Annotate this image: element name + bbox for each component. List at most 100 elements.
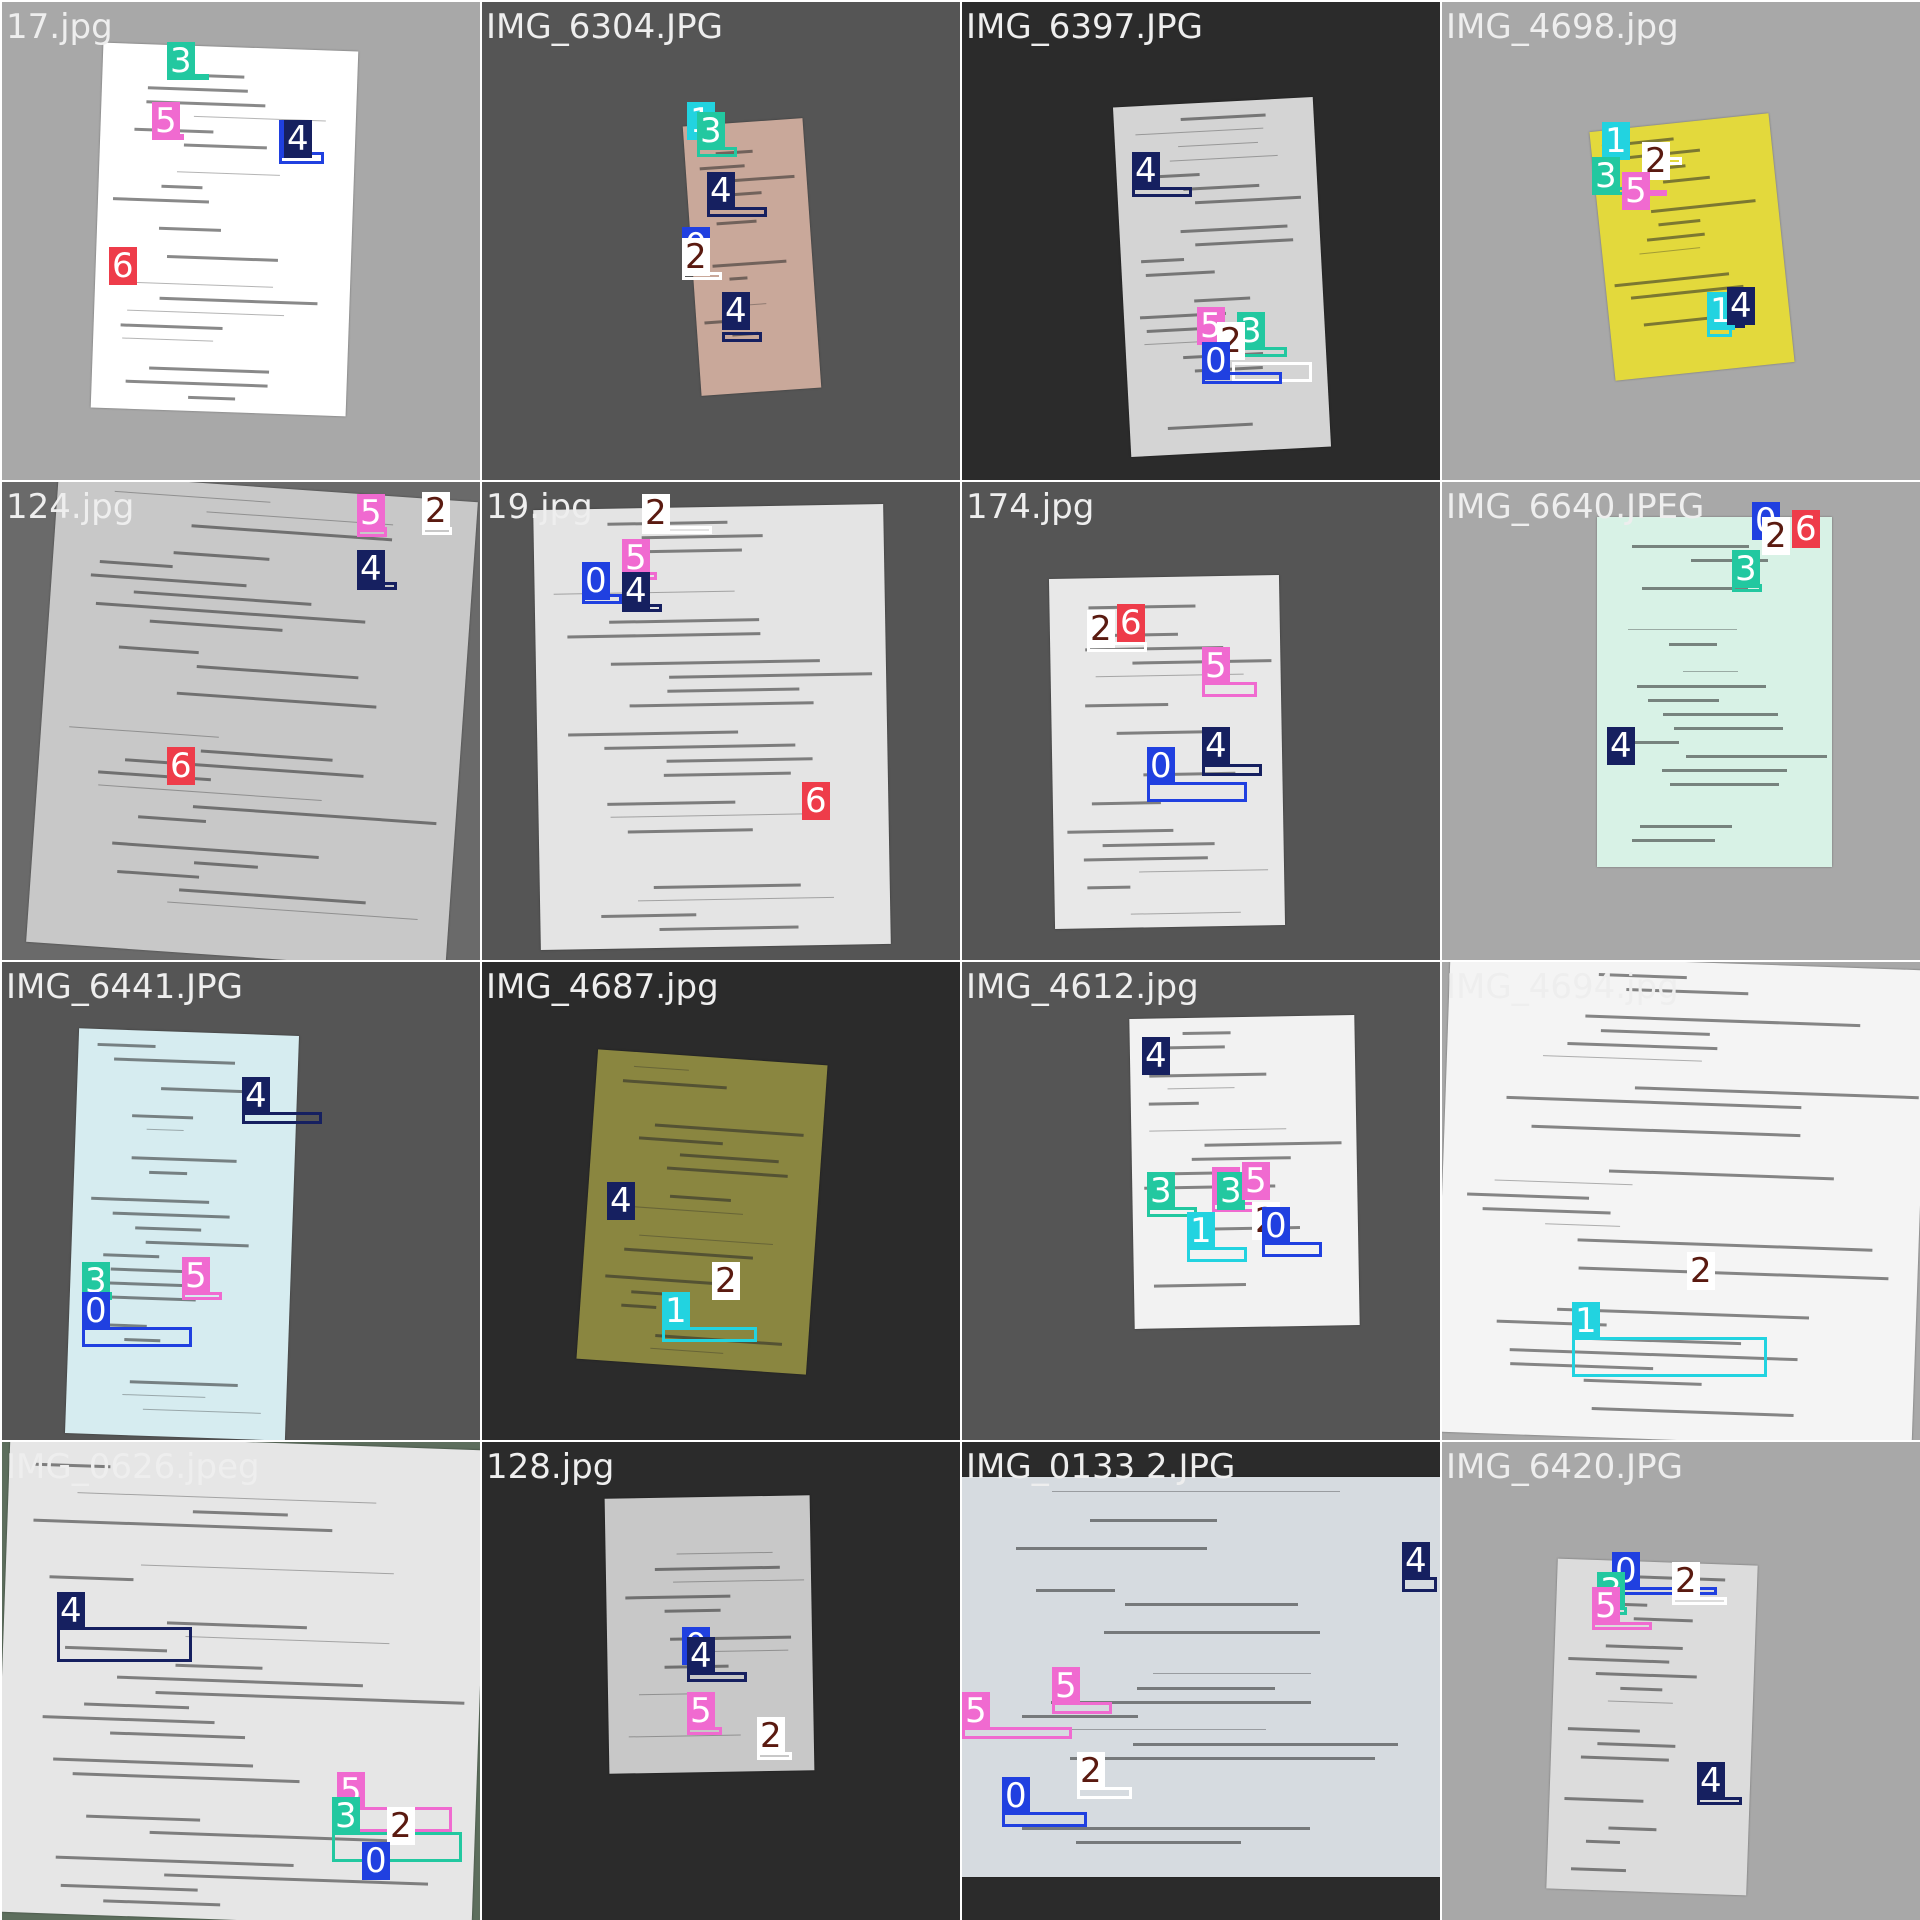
class-label-tag: 3 xyxy=(1732,550,1760,588)
document-text-line xyxy=(117,1675,363,1688)
class-label-tag: 6 xyxy=(1792,510,1820,548)
document-text-line xyxy=(159,226,221,232)
document-text-line xyxy=(1193,296,1251,303)
document-text-line xyxy=(624,1247,754,1260)
class-label-tag: 2 xyxy=(1672,1562,1700,1600)
class-label-tag: 4 xyxy=(1607,727,1635,765)
class-label-tag: 0 xyxy=(82,1292,110,1330)
document-text-line xyxy=(669,672,872,679)
document-text-line xyxy=(610,659,820,666)
class-label-tag: 1 xyxy=(662,1292,690,1330)
document-text-line xyxy=(1195,238,1294,247)
image-cell: IMG_4694.jpg 2 1 xyxy=(1442,962,1920,1440)
class-label-tag: 4 xyxy=(607,1182,635,1220)
document-text-line xyxy=(1568,1657,1670,1664)
image-cell: IMG_4698.jpg 1 2 3 5 1 4 xyxy=(1442,2,1920,480)
document-text-line xyxy=(192,1510,288,1517)
document-text-line xyxy=(1070,1757,1375,1760)
document-text-line xyxy=(625,1594,731,1600)
image-filename: IMG_4612.jpg xyxy=(966,967,1199,1007)
document-text-line xyxy=(119,645,199,655)
document-text-line xyxy=(1601,1029,1710,1036)
class-label-tag: 5 xyxy=(152,102,180,140)
document-text-line xyxy=(167,255,278,262)
document-text-line xyxy=(1577,1238,1873,1252)
document-text-line xyxy=(638,896,835,902)
document-text-line xyxy=(69,726,219,738)
document-text-line xyxy=(731,174,795,183)
document-text-line xyxy=(627,828,753,834)
document-text-line xyxy=(179,888,366,905)
document-text-line xyxy=(185,1636,390,1645)
document-text-line xyxy=(1564,1796,1644,1803)
document-text-line xyxy=(729,276,748,281)
document-text-line xyxy=(1183,183,1260,191)
document-text-line xyxy=(1021,1715,1139,1718)
image-cell: IMG_6640.JPEG02634 xyxy=(1442,482,1920,960)
document-photo xyxy=(26,482,478,960)
class-label-tag: 0 xyxy=(582,562,610,600)
document-text-line xyxy=(1609,1169,1834,1181)
document-text-line xyxy=(132,1114,194,1120)
class-label-tag: 2 xyxy=(1077,1752,1105,1790)
document-text-line xyxy=(622,1079,727,1090)
image-cell: IMG_6397.JPG 4 5 3 2 0 xyxy=(962,2,1440,480)
document-text-line xyxy=(1036,1589,1115,1592)
image-filename: IMG_6640.JPEG xyxy=(1446,487,1705,527)
bounding-box xyxy=(1572,1337,1767,1377)
document-text-line xyxy=(1607,1826,1657,1832)
document-text-line xyxy=(201,749,333,762)
class-label-tag: 5 xyxy=(1242,1162,1270,1200)
document-text-line xyxy=(112,1211,230,1219)
document-text-line xyxy=(1661,769,1787,772)
image-filename: IMG_6304.JPG xyxy=(486,7,723,47)
document-text-line xyxy=(1658,218,1701,227)
image-cell: IMG_4687.jpg 4 1 2 xyxy=(482,962,960,1440)
document-text-line xyxy=(1089,1519,1217,1522)
document-text-line xyxy=(1578,1266,1889,1281)
class-label-tag: 0 xyxy=(1262,1207,1290,1245)
document-text-line xyxy=(176,171,280,176)
document-text-line xyxy=(140,1564,394,1575)
document-text-line xyxy=(1670,783,1779,786)
document-text-line xyxy=(55,1855,294,1867)
document-text-line xyxy=(609,618,760,624)
document-text-line xyxy=(188,395,235,401)
document-text-line xyxy=(607,800,735,806)
document-text-line xyxy=(133,590,312,606)
document-text-line xyxy=(1631,839,1716,842)
document-text-line xyxy=(666,687,800,693)
document-text-line xyxy=(1494,1179,1633,1186)
document-text-line xyxy=(655,1123,805,1137)
document-text-line xyxy=(629,1734,741,1738)
document-text-line xyxy=(1585,1014,1861,1028)
image-cell: IMG_6304.JPG134024 xyxy=(482,2,960,480)
class-label-tag: 3 xyxy=(1592,157,1620,195)
class-label-tag: 2 xyxy=(682,238,710,276)
document-text-line xyxy=(1130,911,1241,915)
document-text-line xyxy=(166,901,418,921)
class-label-tag: 5 xyxy=(1592,1587,1620,1625)
document-text-line xyxy=(605,1274,726,1286)
document-text-line xyxy=(1640,825,1732,828)
document-text-line xyxy=(149,1170,187,1176)
class-label-tag: 4 xyxy=(1727,287,1755,325)
image-cell: IMG_6420.JPG02354 xyxy=(1442,1442,1920,1920)
class-label-tag: 4 xyxy=(1142,1037,1170,1075)
document-text-line xyxy=(99,559,174,569)
image-cell: 124.jpg 5 2 4 6 xyxy=(2,482,480,960)
image-filename: IMG_0626.jpeg xyxy=(6,1447,260,1487)
image-cell: 174.jpg 2 6 5 4 0 xyxy=(962,482,1440,960)
document-text-line xyxy=(1583,1378,1702,1386)
class-label-tag: 4 xyxy=(1402,1542,1430,1580)
document-text-line xyxy=(634,1065,689,1071)
document-text-line xyxy=(1639,247,1701,255)
class-label-tag: 4 xyxy=(284,120,312,158)
document-text-line xyxy=(113,281,273,288)
document-text-line xyxy=(1647,699,1720,702)
class-label-tag: 3 xyxy=(167,42,195,80)
class-label-tag: 6 xyxy=(109,247,137,285)
class-label-tag: 4 xyxy=(1132,152,1160,190)
document-text-line xyxy=(1663,713,1779,716)
document-text-line xyxy=(1051,1491,1340,1492)
